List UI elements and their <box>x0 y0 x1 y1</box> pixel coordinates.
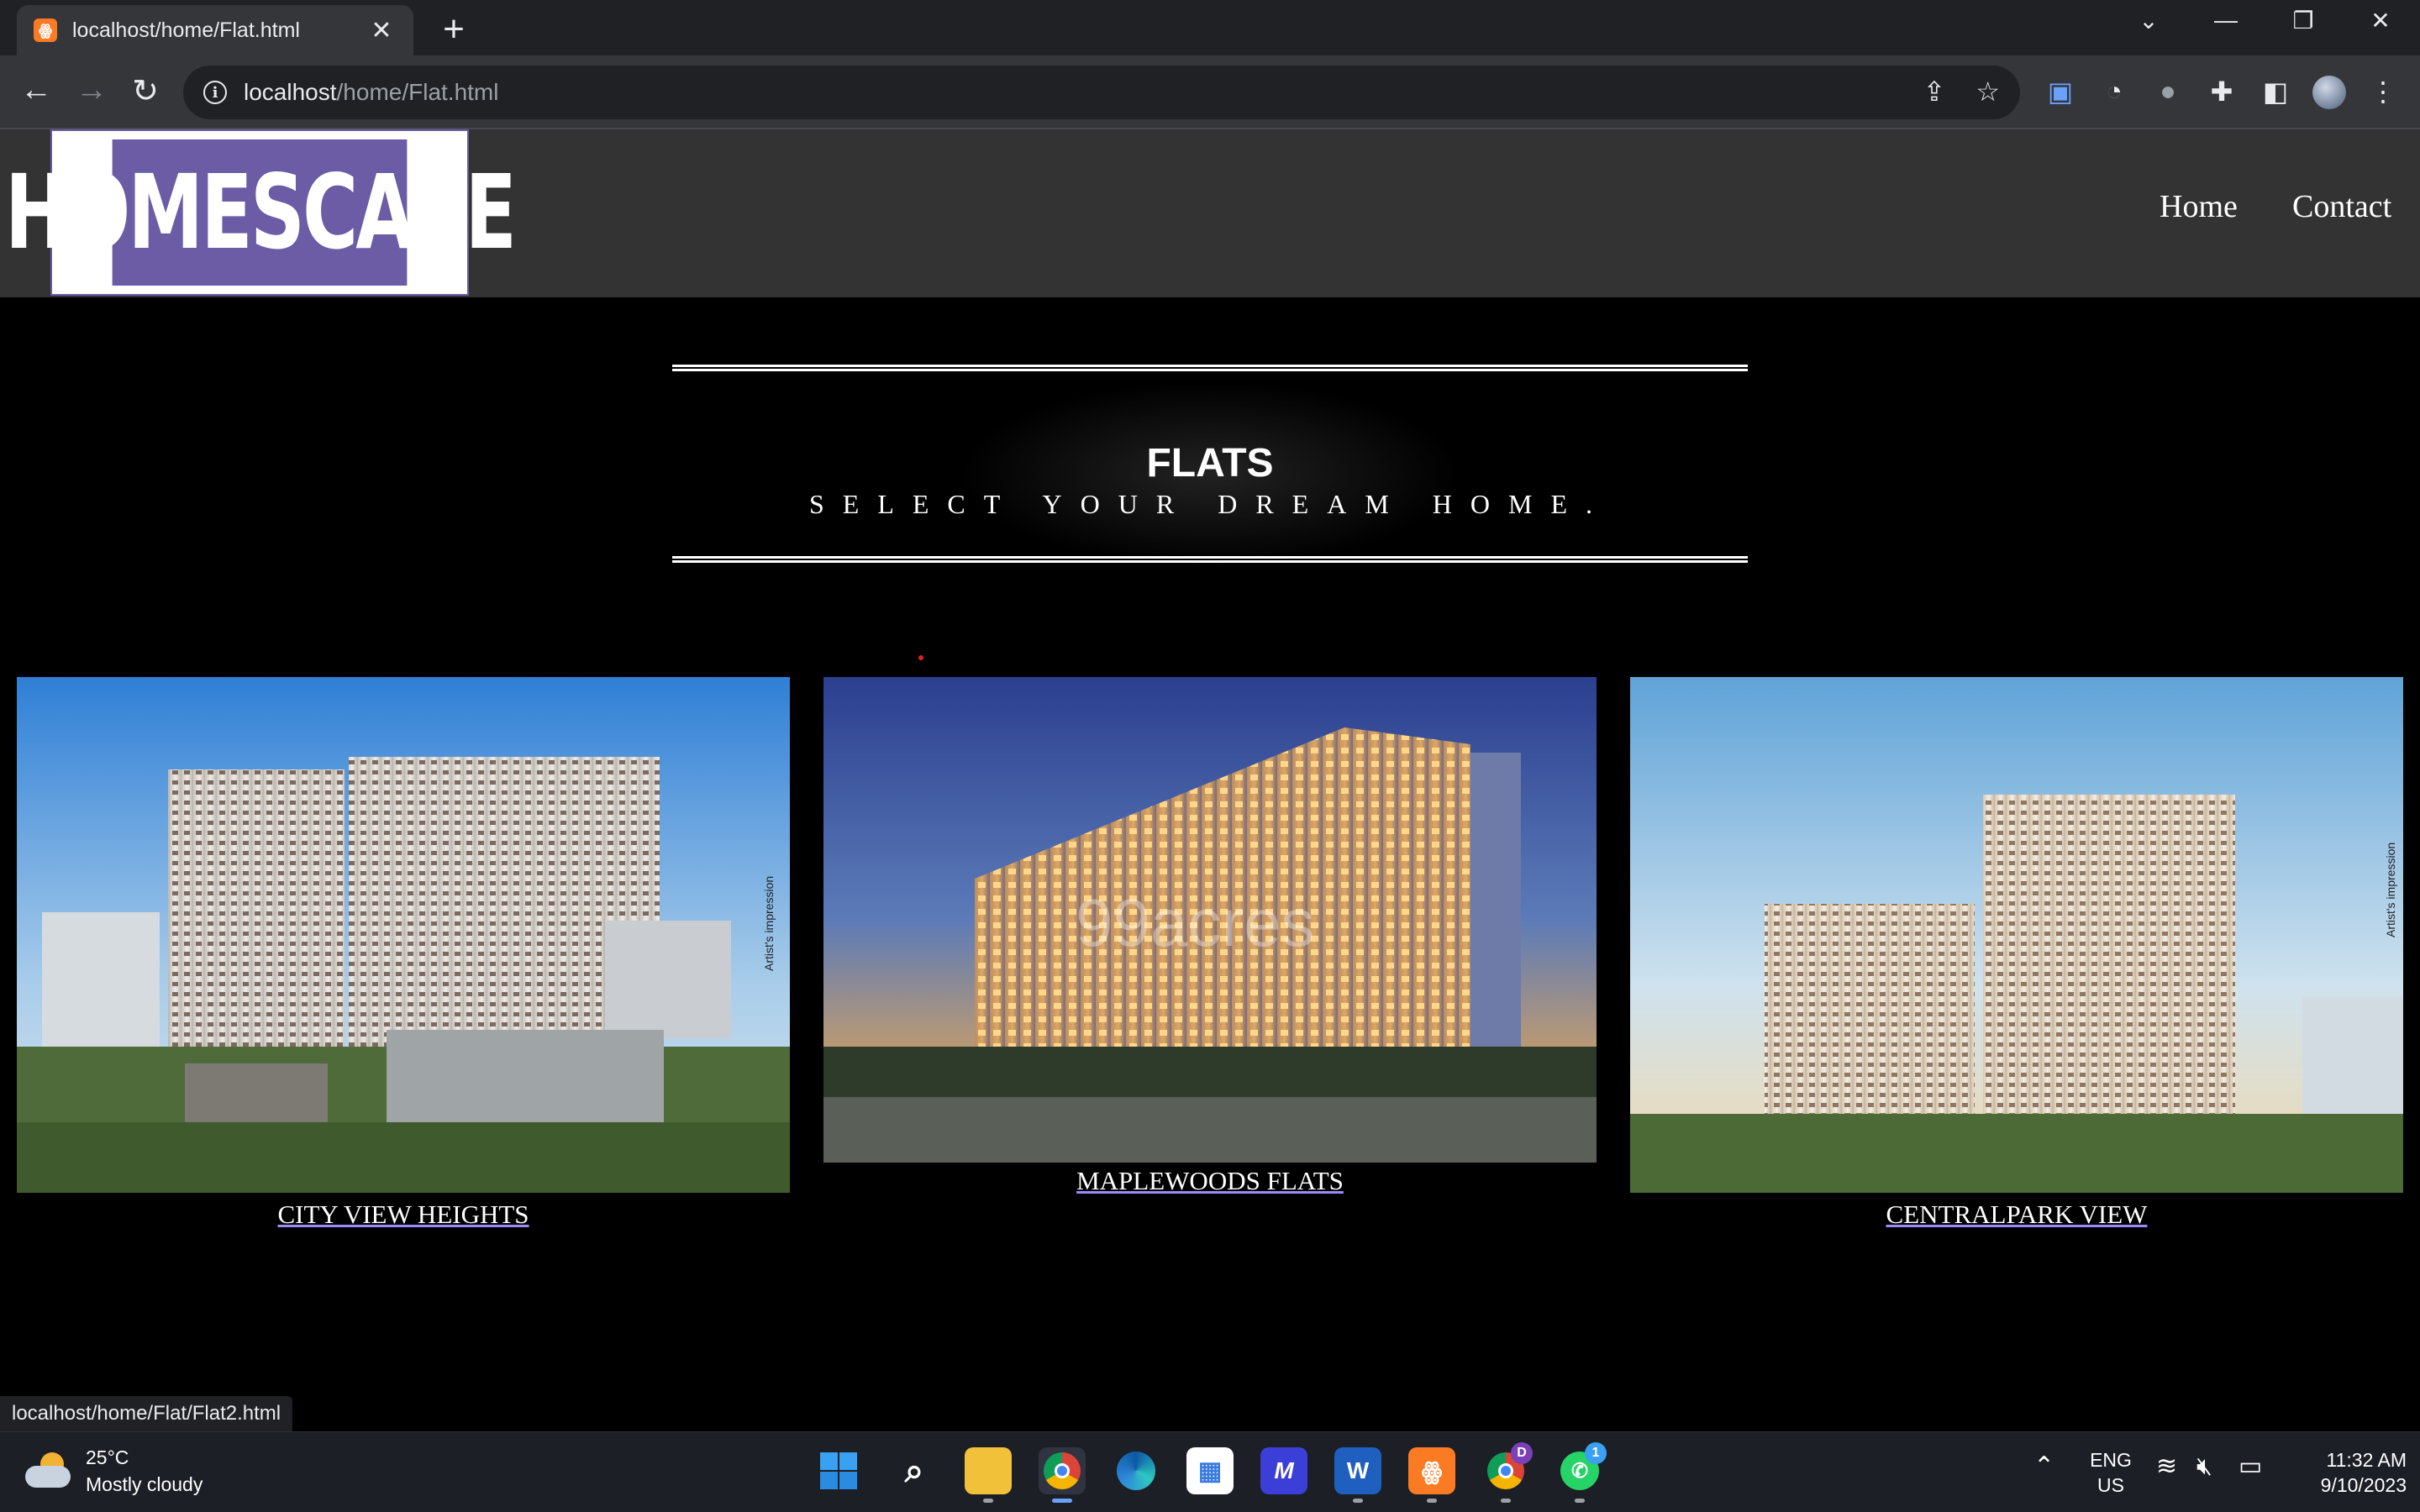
web-page: HOMESCAPE Home Contact FLATS SELECT YOUR… <box>0 129 2420 1431</box>
region-code: US <box>2097 1474 2124 1496</box>
date: 9/10/2023 <box>2320 1474 2407 1496</box>
forward-icon[interactable]: → <box>72 72 111 108</box>
extension-speed-icon[interactable]: ◔ <box>2097 76 2131 109</box>
flat-card-maplewoods[interactable]: 99acres MAPLEWOODS FLATS <box>823 677 1597 1195</box>
whatsapp-icon[interactable]: ✆ 1 <box>1556 1442 1607 1503</box>
nav-home-link[interactable]: Home <box>2160 188 2238 225</box>
extension-gallery-icon[interactable]: ▣ <box>2044 76 2077 109</box>
svg-text:99acres: 99acres <box>1076 885 1315 960</box>
url-path: /home/Flat.html <box>336 79 499 105</box>
bottom-divider <box>672 556 1748 563</box>
side-panel-icon[interactable]: ◧ <box>2259 76 2292 109</box>
xampp-favicon-icon: ꙮ <box>34 18 57 42</box>
search-icon[interactable]: ⌕ <box>891 1447 938 1494</box>
url-host: localhost <box>244 79 337 105</box>
title-section: FLATS SELECT YOUR DREAM HOME. <box>672 365 1748 566</box>
flat-card-city-view[interactable]: Artist's impression CITY VIEW HEIGHTS <box>17 677 790 1229</box>
svg-text:Artist's impression: Artist's impression <box>762 876 776 971</box>
browser-tabbar: ꙮ localhost/home/Flat.html ✕ + ⌄ — ❐ ✕ <box>0 0 2420 55</box>
new-tab-icon[interactable]: + <box>437 8 471 50</box>
close-window-icon[interactable]: ✕ <box>2360 7 2402 34</box>
link-status-bubble: localhost/home/Flat/Flat2.html <box>0 1396 293 1431</box>
cursor-dot <box>918 655 923 660</box>
city-view-image[interactable]: Artist's impression <box>17 677 790 1193</box>
extensions-puzzle-icon[interactable]: ✚ <box>2205 76 2238 109</box>
windows-taskbar: 25°C Mostly cloudy ⌕ ▦ M W ꙮ D ✆ 1 ⌃ ENG… <box>0 1431 2420 1512</box>
temperature: 25°C <box>86 1446 129 1468</box>
reload-icon[interactable]: ↻ <box>126 72 165 110</box>
time: 11:32 AM <box>2326 1449 2407 1471</box>
minimize-icon[interactable]: — <box>2205 7 2247 34</box>
xampp-icon[interactable]: ꙮ <box>1408 1447 1455 1503</box>
homescape-logo[interactable]: HOMESCAPE <box>5 129 517 296</box>
top-divider <box>672 365 1748 371</box>
centralpark-view-link[interactable]: CENTRALPARK VIEW <box>1630 1200 2403 1230</box>
file-explorer-icon[interactable] <box>965 1447 1012 1503</box>
share-icon[interactable]: ⇪ <box>1923 76 1946 108</box>
nav-contact-link[interactable]: Contact <box>2292 188 2391 225</box>
weather-condition: Mostly cloudy <box>86 1473 203 1495</box>
chrome-icon[interactable] <box>1039 1447 1086 1503</box>
app-m-icon[interactable]: M <box>1260 1447 1307 1494</box>
microsoft-store-icon[interactable]: ▦ <box>1186 1447 1234 1494</box>
chrome-profile-badge: D <box>1511 1442 1533 1464</box>
chrome-profile-icon[interactable]: D <box>1482 1442 1533 1503</box>
page-title: FLATS <box>1146 441 1274 486</box>
page-subtitle: SELECT YOUR DREAM HOME. <box>808 489 1611 519</box>
whatsapp-badge: 1 <box>1585 1442 1607 1464</box>
centralpark-image[interactable]: Artist's impression <box>1630 677 2403 1193</box>
menu-kebab-icon[interactable]: ⋮ <box>2366 76 2400 109</box>
flat-card-centralpark[interactable]: Artist's impression CENTRALPARK VIEW <box>1630 677 2403 1229</box>
weather-widget[interactable]: 25°C Mostly cloudy <box>25 1444 203 1498</box>
profile-avatar[interactable] <box>2312 76 2346 109</box>
show-hidden-icons-icon[interactable]: ⌃ <box>2033 1454 2054 1479</box>
maplewoods-image[interactable]: 99acres <box>823 677 1597 1163</box>
site-info-icon[interactable]: i <box>203 81 227 104</box>
restore-icon[interactable]: ❐ <box>2282 7 2324 34</box>
logo-text: HOMESCAPE <box>5 139 517 286</box>
tab-search-icon[interactable]: ⌄ <box>2128 7 2170 34</box>
lang-code: ENG <box>2090 1449 2132 1471</box>
browser-toolbar: ← → ↻ i localhost/home/Flat.html ⇪ ☆ ▣ ◔… <box>0 55 2420 129</box>
extension-bulb-icon[interactable]: ● <box>2151 76 2185 109</box>
bookmark-star-icon[interactable]: ☆ <box>1975 76 2000 108</box>
cloudy-weather-icon <box>25 1452 72 1489</box>
svg-text:Artist's impression: Artist's impression <box>2384 843 2397 937</box>
clock[interactable]: 11:32 AM 9/10/2023 <box>2289 1447 2407 1498</box>
word-icon[interactable]: W <box>1334 1447 1381 1503</box>
city-view-heights-link[interactable]: CITY VIEW HEIGHTS <box>17 1200 790 1230</box>
language-indicator[interactable]: ENG US <box>2084 1447 2138 1498</box>
browser-tab[interactable]: ꙮ localhost/home/Flat.html ✕ <box>17 5 413 55</box>
tab-title: localhost/home/Flat.html <box>72 18 300 42</box>
windows-start-icon[interactable] <box>815 1447 862 1494</box>
address-bar[interactable]: i localhost/home/Flat.html ⇪ ☆ <box>183 66 2020 119</box>
volume-muted-icon[interactable]: 🔇︎ <box>2196 1454 2212 1479</box>
edge-icon[interactable] <box>1113 1447 1160 1494</box>
close-tab-icon[interactable]: ✕ <box>366 16 397 45</box>
wifi-icon[interactable]: ≋ <box>2156 1454 2177 1479</box>
maplewoods-flats-link[interactable]: MAPLEWOODS FLATS <box>823 1166 1597 1196</box>
battery-icon[interactable]: ▭ <box>2238 1454 2262 1479</box>
back-icon[interactable]: ← <box>17 72 55 108</box>
site-header: HOMESCAPE Home Contact <box>0 129 2420 297</box>
